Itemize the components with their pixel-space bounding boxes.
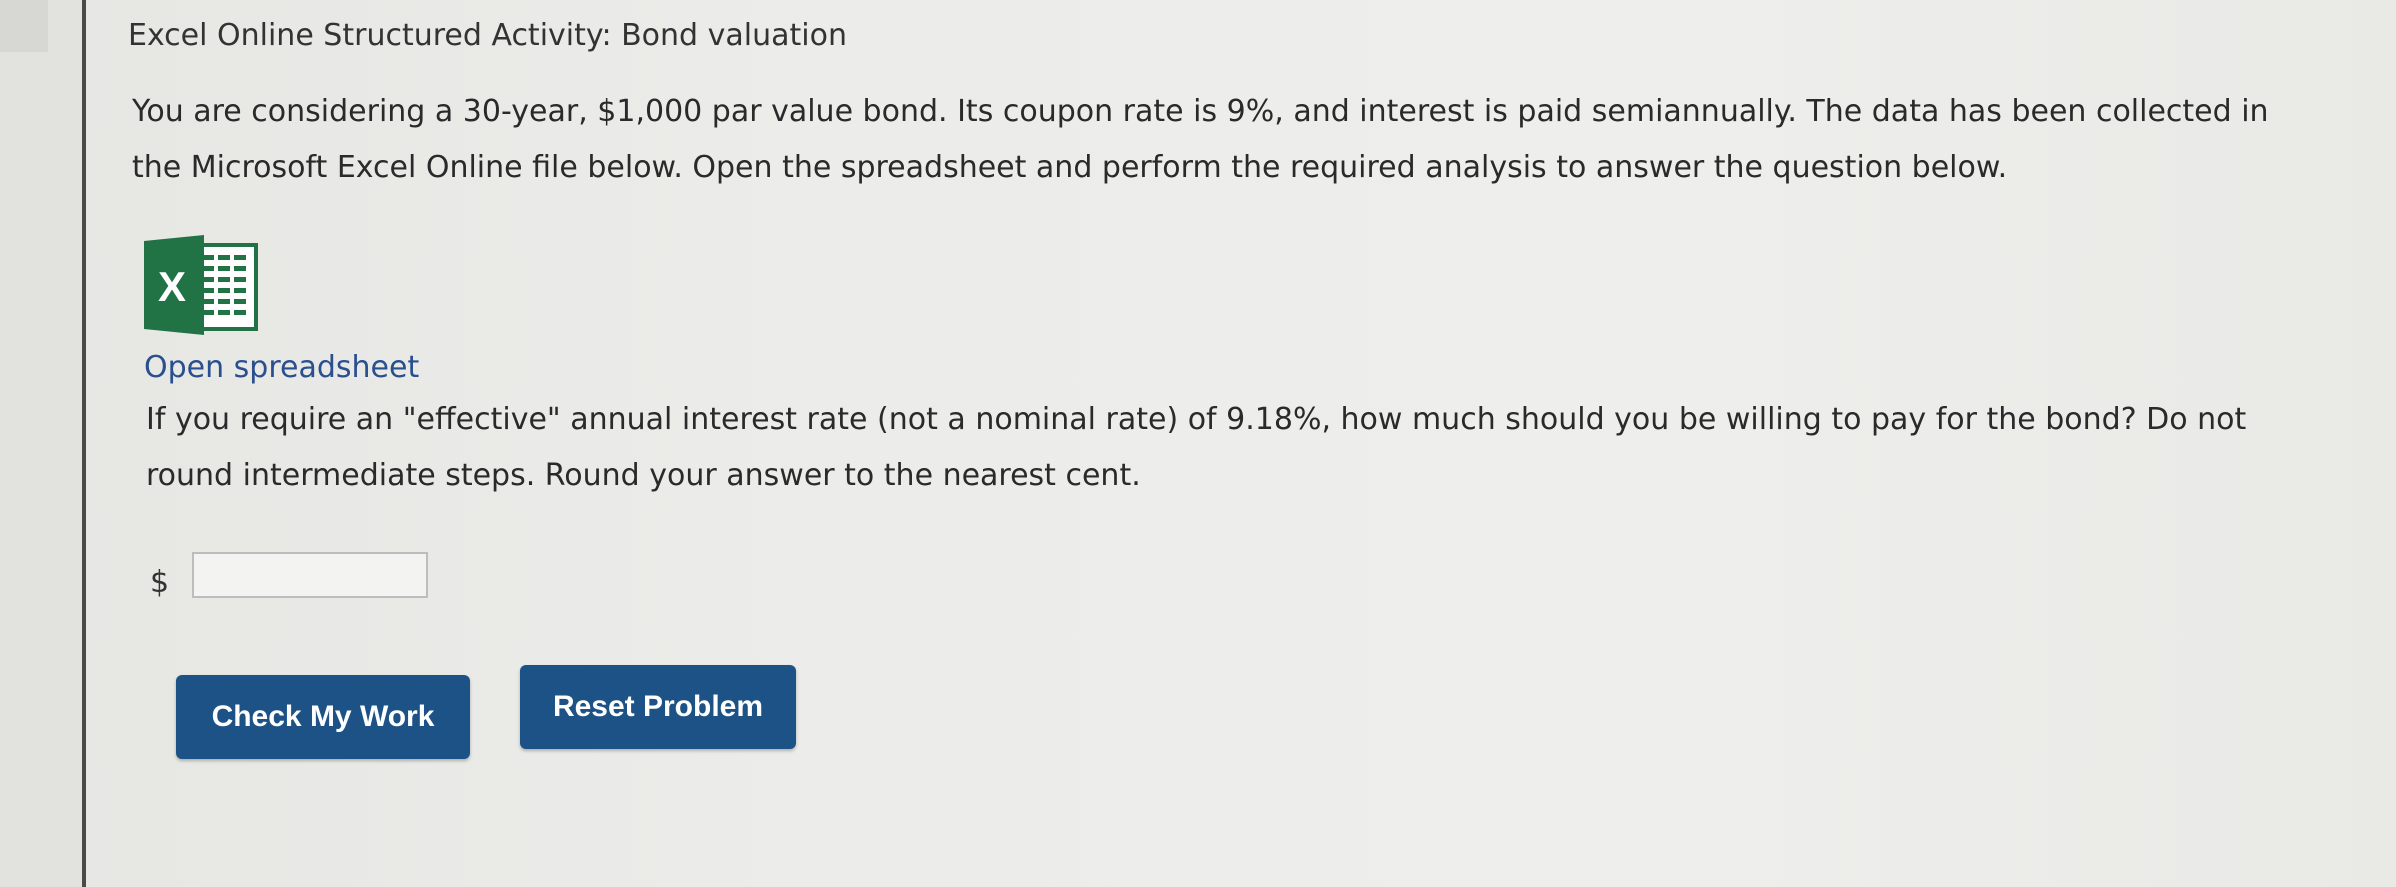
intro-paragraph: You are considering a 30-year, $1,000 pa… (132, 94, 2269, 185)
answer-input[interactable] (192, 552, 428, 598)
check-my-work-button[interactable]: Check My Work (176, 675, 470, 759)
reset-problem-button[interactable]: Reset Problem (520, 665, 796, 749)
excel-icon[interactable]: X (142, 235, 262, 335)
left-sidebar (0, 0, 86, 887)
open-spreadsheet-link[interactable]: Open spreadsheet (144, 350, 419, 385)
currency-symbol: $ (150, 565, 170, 600)
activity-title: Excel Online Structured Activity: Bond v… (128, 18, 847, 53)
excel-icon-letter: X (158, 263, 186, 310)
page: Excel Online Structured Activity: Bond v… (0, 0, 2396, 887)
sidebar-tab[interactable] (0, 0, 48, 52)
question-paragraph: If you require an "effective" annual int… (146, 402, 2247, 493)
